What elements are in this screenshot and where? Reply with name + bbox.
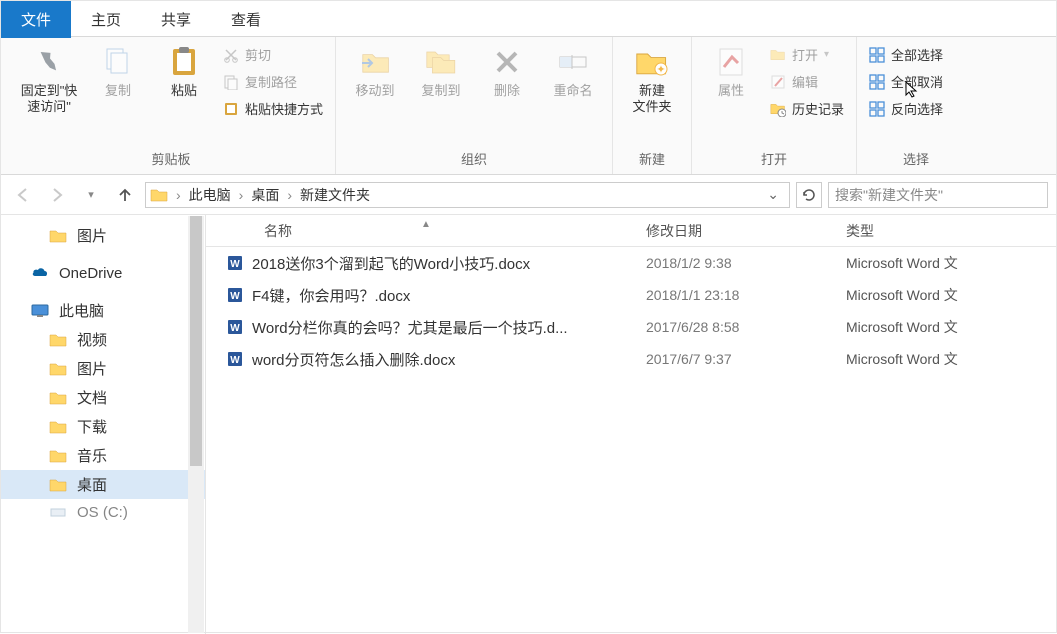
- file-row[interactable]: Word分栏你真的会吗？尤其是最后一个技巧.d... 2017/6/28 8:5…: [206, 311, 1056, 343]
- search-input[interactable]: 搜索"新建文件夹": [828, 182, 1048, 208]
- rename-icon: [556, 45, 590, 79]
- cut-button[interactable]: 剪切: [219, 43, 327, 66]
- delete-button[interactable]: 删除: [476, 41, 538, 103]
- paste-shortcut-button[interactable]: 粘贴快捷方式: [219, 97, 327, 120]
- word-doc-icon: [226, 350, 244, 368]
- edit-icon: [770, 74, 786, 90]
- pin-icon: [32, 45, 66, 79]
- properties-button[interactable]: 属性: [700, 41, 762, 103]
- file-list: ▲名称 修改日期 类型 2018送你3个溜到起飞的Word小技巧.docx 20…: [206, 215, 1056, 634]
- word-doc-icon: [226, 286, 244, 304]
- word-doc-icon: [226, 318, 244, 336]
- ribbon-tabs: 文件 主页 共享 查看: [1, 1, 1056, 37]
- sidebar-scrollbar[interactable]: [188, 216, 204, 633]
- crumb-current[interactable]: 新建文件夹: [300, 185, 370, 205]
- sidebar-item-onedrive[interactable]: OneDrive: [1, 260, 205, 286]
- tab-home[interactable]: 主页: [71, 1, 141, 38]
- paste-button[interactable]: 粘贴: [153, 41, 215, 103]
- edit-button[interactable]: 编辑: [766, 70, 848, 93]
- address-bar: ▾ › 此电脑 › 桌面 › 新建文件夹 ⌄ 搜索"新建文件夹": [1, 175, 1056, 215]
- move-to-icon: [358, 45, 392, 79]
- folder-icon: [49, 418, 69, 436]
- folder-icon: [49, 227, 69, 245]
- crumb-desktop[interactable]: 桌面: [251, 185, 279, 205]
- word-doc-icon: [226, 254, 244, 272]
- header-type[interactable]: 类型: [846, 221, 1056, 241]
- copy-icon: [101, 45, 135, 79]
- refresh-button[interactable]: [796, 182, 822, 208]
- folder-icon: [150, 186, 168, 204]
- cursor-icon: [905, 81, 919, 99]
- group-label-new: 新建: [639, 147, 665, 172]
- copy-button[interactable]: 复制: [87, 41, 149, 103]
- copy-path-icon: [223, 74, 239, 90]
- history-button[interactable]: 历史记录: [766, 97, 848, 120]
- sort-indicator-icon: ▲: [421, 219, 431, 230]
- breadcrumb-dropdown[interactable]: ⌄: [761, 186, 785, 203]
- drive-icon: [49, 503, 69, 521]
- history-icon: [770, 101, 786, 117]
- copy-to-button[interactable]: 复制到: [410, 41, 472, 103]
- nav-back-button[interactable]: [9, 181, 37, 209]
- scissors-icon: [223, 47, 239, 63]
- new-folder-button[interactable]: ✦ 新建 文件夹: [621, 41, 683, 119]
- group-label-organize: 组织: [461, 147, 487, 172]
- ribbon: 固定到"快 速访问" 复制 粘贴 剪切: [1, 37, 1056, 175]
- nav-sidebar: 图片 OneDrive 此电脑 视频 图片 文档 下载 音乐 桌面 OS (C:…: [1, 215, 206, 634]
- pc-icon: [31, 302, 51, 320]
- breadcrumb[interactable]: › 此电脑 › 桌面 › 新建文件夹 ⌄: [145, 182, 790, 208]
- folder-icon: [49, 447, 69, 465]
- move-to-button[interactable]: 移动到: [344, 41, 406, 103]
- paste-icon: [167, 45, 201, 79]
- sidebar-item-os-c[interactable]: OS (C:): [1, 499, 205, 525]
- rename-button[interactable]: 重命名: [542, 41, 604, 103]
- sidebar-item-pictures[interactable]: 图片: [1, 354, 205, 383]
- file-row[interactable]: 2018送你3个溜到起飞的Word小技巧.docx 2018/1/2 9:38 …: [206, 247, 1056, 279]
- paste-shortcut-icon: [223, 101, 239, 117]
- tab-file[interactable]: 文件: [1, 1, 71, 38]
- nav-forward-button[interactable]: [43, 181, 71, 209]
- sidebar-item-videos[interactable]: 视频: [1, 325, 205, 354]
- delete-x-icon: [490, 45, 524, 79]
- sidebar-item-downloads[interactable]: 下载: [1, 412, 205, 441]
- new-folder-icon: ✦: [635, 45, 669, 79]
- invert-selection-button[interactable]: 反向选择: [865, 97, 967, 120]
- properties-icon: [714, 45, 748, 79]
- scroll-thumb[interactable]: [190, 216, 202, 466]
- header-name[interactable]: ▲名称: [206, 221, 646, 241]
- copy-to-icon: [424, 45, 458, 79]
- folder-icon: [49, 360, 69, 378]
- select-none-button[interactable]: 全部取消: [865, 70, 967, 93]
- crumb-this-pc[interactable]: 此电脑: [189, 185, 231, 205]
- sidebar-item-desktop[interactable]: 桌面: [1, 470, 205, 499]
- tab-share[interactable]: 共享: [141, 1, 211, 38]
- nav-up-button[interactable]: [111, 181, 139, 209]
- header-date[interactable]: 修改日期: [646, 221, 846, 241]
- file-row[interactable]: word分页符怎么插入删除.docx 2017/6/7 9:37 Microso…: [206, 343, 1056, 375]
- recent-locations-button[interactable]: ▾: [77, 181, 105, 209]
- sidebar-item-documents[interactable]: 文档: [1, 383, 205, 412]
- copy-path-button[interactable]: 复制路径: [219, 70, 327, 93]
- open-icon: [770, 47, 786, 63]
- invert-selection-icon: [869, 101, 885, 117]
- file-row[interactable]: F4键，你会用吗？.docx 2018/1/1 23:18 Microsoft …: [206, 279, 1056, 311]
- column-headers: ▲名称 修改日期 类型: [206, 215, 1056, 247]
- group-label-select: 选择: [903, 147, 929, 172]
- group-label-clipboard: 剪贴板: [152, 147, 191, 172]
- folder-icon: [49, 476, 69, 494]
- folder-icon: [49, 331, 69, 349]
- folder-icon: [49, 389, 69, 407]
- svg-text:✦: ✦: [656, 64, 665, 76]
- pin-quick-access-button[interactable]: 固定到"快 速访问": [15, 41, 83, 119]
- tab-view[interactable]: 查看: [211, 1, 281, 38]
- sidebar-item-pictures-qa[interactable]: 图片: [1, 221, 205, 250]
- sidebar-item-music[interactable]: 音乐: [1, 441, 205, 470]
- onedrive-icon: [31, 264, 51, 282]
- sidebar-item-this-pc[interactable]: 此电脑: [1, 296, 205, 325]
- select-all-button[interactable]: 全部选择: [865, 43, 967, 66]
- select-all-icon: [869, 47, 885, 63]
- open-button[interactable]: 打开▾: [766, 43, 848, 66]
- select-none-icon: [869, 74, 885, 90]
- group-label-open: 打开: [761, 147, 787, 172]
